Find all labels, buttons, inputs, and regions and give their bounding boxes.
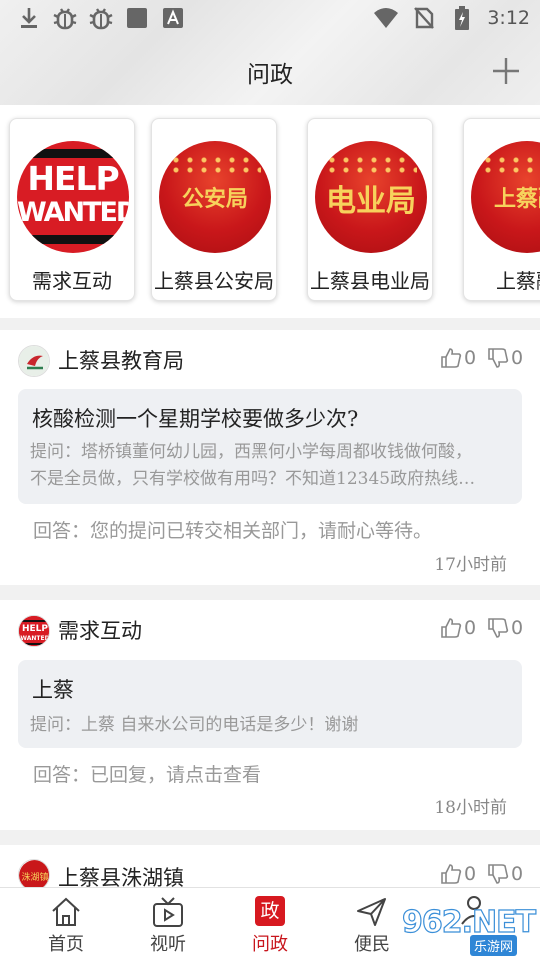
battery-charging-icon (449, 5, 475, 31)
svg-text:WANTED: WANTED (20, 635, 49, 642)
thumbs-down-icon (488, 864, 509, 884)
thumbs-up-icon (441, 348, 462, 368)
bug-icon (52, 5, 78, 31)
town-avatar: 洙湖镇 (18, 859, 50, 887)
like-count: 0 (464, 617, 477, 639)
dislike-button[interactable]: 0 (487, 863, 523, 885)
send-icon (356, 896, 388, 928)
like-button[interactable]: 0 (440, 617, 476, 639)
thumbs-up-icon (441, 618, 462, 638)
post-time: 18小时前 (434, 798, 507, 818)
dislike-button[interactable]: 0 (487, 617, 523, 639)
dislike-count: 0 (511, 347, 524, 369)
like-button[interactable]: 0 (440, 863, 476, 885)
dept-card-name: 上蔡融 (496, 269, 540, 293)
dislike-count: 0 (511, 617, 524, 639)
page-title: 问政 (247, 62, 293, 88)
status-bar: 3:12 (0, 0, 540, 38)
like-count: 0 (464, 347, 477, 369)
thumbs-down-icon (488, 618, 509, 638)
bug-icon (88, 5, 114, 31)
top-header-area: 3:12 问政 (0, 0, 540, 105)
dept-card-demand[interactable]: HELP WANTED 需求互动 (9, 118, 135, 301)
police-logo: 公安局 (159, 141, 271, 253)
nav-item-home[interactable]: 首页 (20, 888, 110, 960)
question-title: 核酸检测一个星期学校要做多少次? (32, 407, 359, 431)
nav-label: 问政 (252, 934, 288, 955)
dislike-count: 0 (511, 863, 524, 885)
question-post[interactable]: 洙湖镇 上蔡县洙湖镇 0 0 (0, 845, 540, 887)
download-icon (16, 5, 42, 31)
svg-text:HELP: HELP (22, 624, 48, 634)
tv-icon (152, 896, 184, 928)
answer-text: 回答：已回复，请点击查看 (33, 764, 262, 786)
dept-card-name: 需求互动 (32, 269, 112, 293)
zheng-icon: 政 (255, 896, 287, 928)
dislike-button[interactable]: 0 (487, 347, 523, 369)
site-watermark: 962.NET 乐游网 (401, 904, 537, 956)
square-icon (124, 5, 150, 31)
post-dept-name: 需求互动 (58, 619, 142, 643)
question-detail-line: 提问：上蔡 自来水公司的电话是多少！谢谢 (30, 715, 359, 735)
nav-item-media[interactable]: 视听 (122, 888, 212, 960)
question-box[interactable]: 核酸检测一个星期学校要做多少次? 提问：塔桥镇董何幼儿园，西黑何小学每周都收钱做… (18, 389, 522, 504)
answer-text: 回答：您的提问已转交相关部门，请耐心等待。 (33, 520, 433, 542)
post-time: 17小时前 (434, 555, 507, 575)
question-title: 上蔡 (32, 678, 74, 702)
a-box-icon (160, 5, 186, 31)
department-carousel[interactable]: HELP WANTED 需求互动 公安局 上蔡县公安局 电业局 上蔡县电业局 上… (0, 105, 540, 318)
help-wanted-avatar: HELP WANTED (18, 615, 50, 647)
question-post[interactable]: HELP WANTED 需求互动 0 0 上蔡 提问：上蔡 自来水公司的电话是多少… (0, 600, 540, 830)
dept-card-name: 上蔡县电业局 (310, 269, 430, 293)
dept-card-police[interactable]: 公安局 上蔡县公安局 (151, 118, 277, 301)
dept-card-electric[interactable]: 电业局 上蔡县电业局 (307, 118, 433, 301)
question-box[interactable]: 上蔡 提问：上蔡 自来水公司的电话是多少！谢谢 (18, 660, 522, 748)
edu-avatar (18, 345, 50, 377)
post-dept-name: 上蔡县洙湖镇 (58, 866, 184, 887)
nav-label: 视听 (150, 934, 186, 955)
question-post[interactable]: 上蔡县教育局 0 0 核酸检测一个星期学校要做多少次? 提问：塔桥镇董何幼儿园，… (0, 330, 540, 585)
svg-text:洙湖镇: 洙湖镇 (21, 871, 48, 883)
question-detail-line: 提问：塔桥镇董何幼儿园，西黑何小学每周都收钱做何酸， (30, 442, 472, 462)
media-logo: 上蔡融 (471, 141, 540, 253)
home-icon (50, 896, 82, 928)
plus-icon[interactable] (492, 57, 520, 85)
post-dept-name: 上蔡县教育局 (58, 349, 184, 373)
help-wanted-logo: HELP WANTED (17, 141, 129, 253)
no-sim-icon (411, 5, 437, 31)
nav-item-wenzheng[interactable]: 政 问政 (224, 888, 314, 960)
like-button[interactable]: 0 (440, 347, 476, 369)
nav-label: 首页 (48, 934, 84, 955)
dept-card-name: 上蔡县公安局 (154, 269, 274, 293)
wifi-icon (373, 5, 399, 31)
like-count: 0 (464, 863, 477, 885)
question-detail-line: 不是全员做，只有学校做有用吗？不知道12345政府热线… (30, 469, 476, 489)
status-time: 3:12 (487, 7, 530, 29)
thumbs-up-icon (441, 864, 462, 884)
dept-card-media[interactable]: 上蔡融 上蔡融 (463, 118, 540, 301)
thumbs-down-icon (488, 348, 509, 368)
electric-logo: 电业局 (315, 141, 427, 253)
